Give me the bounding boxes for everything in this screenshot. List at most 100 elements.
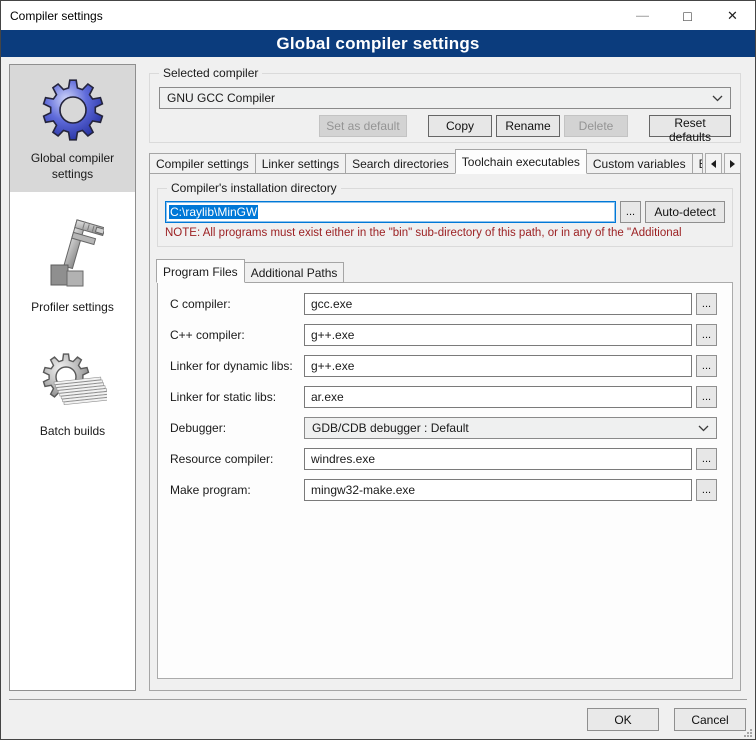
tab-linker-settings[interactable]: Linker settings: [256, 153, 346, 174]
minimize-button[interactable]: —: [620, 1, 665, 30]
main-content: Selected compiler GNU GCC Compiler Set a…: [149, 64, 741, 691]
resource-compiler-row: Resource compiler: windres.exe...: [170, 448, 717, 470]
compiler-settings-dialog: Compiler settings — □ ✕ Global compiler …: [0, 0, 756, 740]
tab-scroll-controls: [703, 153, 741, 174]
c-compiler-value: gcc.exe: [311, 297, 352, 311]
resource-compiler-input[interactable]: windres.exe: [304, 448, 692, 470]
tab-scroll-right-button[interactable]: [724, 153, 741, 174]
sidebar-item-label: Profiler settings: [31, 299, 114, 315]
close-button[interactable]: ✕: [710, 1, 755, 30]
linker-static-input[interactable]: ar.exe: [304, 386, 692, 408]
compiler-select-value: GNU GCC Compiler: [167, 91, 712, 105]
triangle-left-icon: [711, 160, 716, 168]
chevron-down-icon: [698, 425, 709, 432]
settings-category-list: Global compiler settings Profiler setting…: [9, 64, 136, 691]
debugger-value: GDB/CDB debugger : Default: [312, 421, 698, 435]
program-files-panel: C compiler: gcc.exe... C++ compiler: g++.ex…: [157, 282, 733, 679]
tab-compiler-settings[interactable]: Compiler settings: [149, 153, 256, 174]
compiler-select[interactable]: GNU GCC Compiler: [159, 87, 731, 109]
installation-directory-group: Compiler's installation directory C:\ray…: [157, 188, 733, 247]
main-tabs: Compiler settingsLinker settingsSearch d…: [149, 149, 703, 174]
installation-directory-input[interactable]: C:\raylib\MinGW: [165, 201, 616, 223]
c-compiler-label: C compiler:: [170, 297, 304, 311]
window-controls: — □ ✕: [620, 1, 755, 30]
toolchain-executables-panel: Compiler's installation directory C:\ray…: [149, 173, 741, 691]
resource-compiler-value: windres.exe: [311, 452, 375, 466]
close-icon: ✕: [727, 8, 738, 24]
main-tabrow: Compiler settingsLinker settingsSearch d…: [149, 149, 741, 174]
make-program-value: mingw32-make.exe: [311, 483, 415, 497]
sidebar-item-label: Global compiler settings: [13, 150, 132, 182]
make-program-label: Make program:: [170, 483, 304, 497]
make-program-browse-button[interactable]: ...: [696, 479, 717, 501]
debugger-label: Debugger:: [170, 421, 304, 435]
sidebar-item-profiler-settings[interactable]: Profiler settings: [10, 206, 135, 325]
tab-custom-variables[interactable]: Custom variables: [587, 153, 693, 174]
resource-compiler-label: Resource compiler:: [170, 452, 304, 466]
auto-detect-button[interactable]: Auto-detect: [645, 201, 725, 223]
rename-button[interactable]: Rename: [496, 115, 560, 137]
page-title: Global compiler settings: [1, 30, 755, 57]
reset-defaults-button[interactable]: Reset defaults: [649, 115, 731, 137]
linker-static-row: Linker for static libs: ar.exe...: [170, 386, 717, 408]
resource-compiler-browse-button[interactable]: ...: [696, 448, 717, 470]
sidebar-item-batch-builds[interactable]: Batch builds: [10, 340, 135, 449]
selected-compiler-group: Selected compiler GNU GCC Compiler Set a…: [149, 73, 741, 143]
window-title: Compiler settings: [1, 9, 103, 23]
tab-build[interactable]: Build: [693, 153, 703, 174]
cpp-compiler-input[interactable]: g++.exe: [304, 324, 692, 346]
cancel-button[interactable]: Cancel: [674, 708, 746, 731]
ok-button[interactable]: OK: [587, 708, 659, 731]
installation-note: NOTE: All programs must exist either in …: [165, 227, 725, 239]
make-program-row: Make program: mingw32-make.exe...: [170, 479, 717, 501]
installation-directory-value: C:\raylib\MinGW: [169, 205, 258, 219]
linker-dynamic-row: Linker for dynamic libs: g++.exe...: [170, 355, 717, 377]
tab-scroll-left-button[interactable]: [705, 153, 722, 174]
sidebar-item-global-compiler-settings[interactable]: Global compiler settings: [10, 65, 135, 192]
installation-directory-row: C:\raylib\MinGW ... Auto-detect: [165, 201, 725, 223]
c-compiler-row: C compiler: gcc.exe...: [170, 293, 717, 315]
resize-grip[interactable]: [743, 727, 753, 737]
debugger-select[interactable]: GDB/CDB debugger : Default: [304, 417, 717, 439]
cpp-compiler-row: C++ compiler: g++.exe...: [170, 324, 717, 346]
linker-dynamic-browse-button[interactable]: ...: [696, 355, 717, 377]
c-compiler-input[interactable]: gcc.exe: [304, 293, 692, 315]
resize-grip-icon: [743, 728, 753, 738]
delete-button: Delete: [564, 115, 628, 137]
caliper-icon: [42, 218, 104, 292]
linker-dynamic-label: Linker for dynamic libs:: [170, 359, 304, 373]
chevron-down-icon: [712, 95, 723, 102]
linker-static-label: Linker for static libs:: [170, 390, 304, 404]
linker-dynamic-value: g++.exe: [311, 359, 354, 373]
triangle-right-icon: [730, 160, 735, 168]
tab-additional-paths[interactable]: Additional Paths: [245, 262, 345, 283]
linker-static-value: ar.exe: [311, 390, 344, 404]
tab-program-files[interactable]: Program Files: [156, 259, 245, 283]
minimize-icon: —: [636, 8, 649, 23]
maximize-button[interactable]: □: [665, 1, 710, 30]
gear-stack-icon: [39, 352, 107, 416]
footer-actions: OK Cancel: [587, 708, 746, 731]
titlebar: Compiler settings — □ ✕: [1, 1, 755, 30]
make-program-input[interactable]: mingw32-make.exe: [304, 479, 692, 501]
sidebar-item-label: Batch builds: [40, 423, 105, 439]
cpp-compiler-value: g++.exe: [311, 328, 354, 342]
linker-dynamic-input[interactable]: g++.exe: [304, 355, 692, 377]
tab-toolchain-executables[interactable]: Toolchain executables: [455, 149, 587, 174]
browse-directory-button[interactable]: ...: [620, 201, 641, 223]
debugger-row: Debugger: GDB/CDB debugger : Default: [170, 417, 717, 439]
footer-separator: [9, 699, 747, 700]
program-tabs: Program FilesAdditional Paths: [157, 259, 733, 283]
c-compiler-browse-button[interactable]: ...: [696, 293, 717, 315]
compiler-actions: Set as default CopyRenameDelete Reset defa…: [159, 115, 731, 137]
selected-compiler-group-label: Selected compiler: [159, 66, 262, 80]
tab-search-directories[interactable]: Search directories: [346, 153, 456, 174]
copy-button[interactable]: Copy: [428, 115, 492, 137]
maximize-icon: □: [683, 8, 691, 24]
installation-directory-group-label: Compiler's installation directory: [167, 181, 341, 195]
cpp-compiler-browse-button[interactable]: ...: [696, 324, 717, 346]
linker-static-browse-button[interactable]: ...: [696, 386, 717, 408]
set-as-default-button: Set as default: [319, 115, 407, 137]
cpp-compiler-label: C++ compiler:: [170, 328, 304, 342]
blue-gear-icon: [40, 77, 106, 143]
